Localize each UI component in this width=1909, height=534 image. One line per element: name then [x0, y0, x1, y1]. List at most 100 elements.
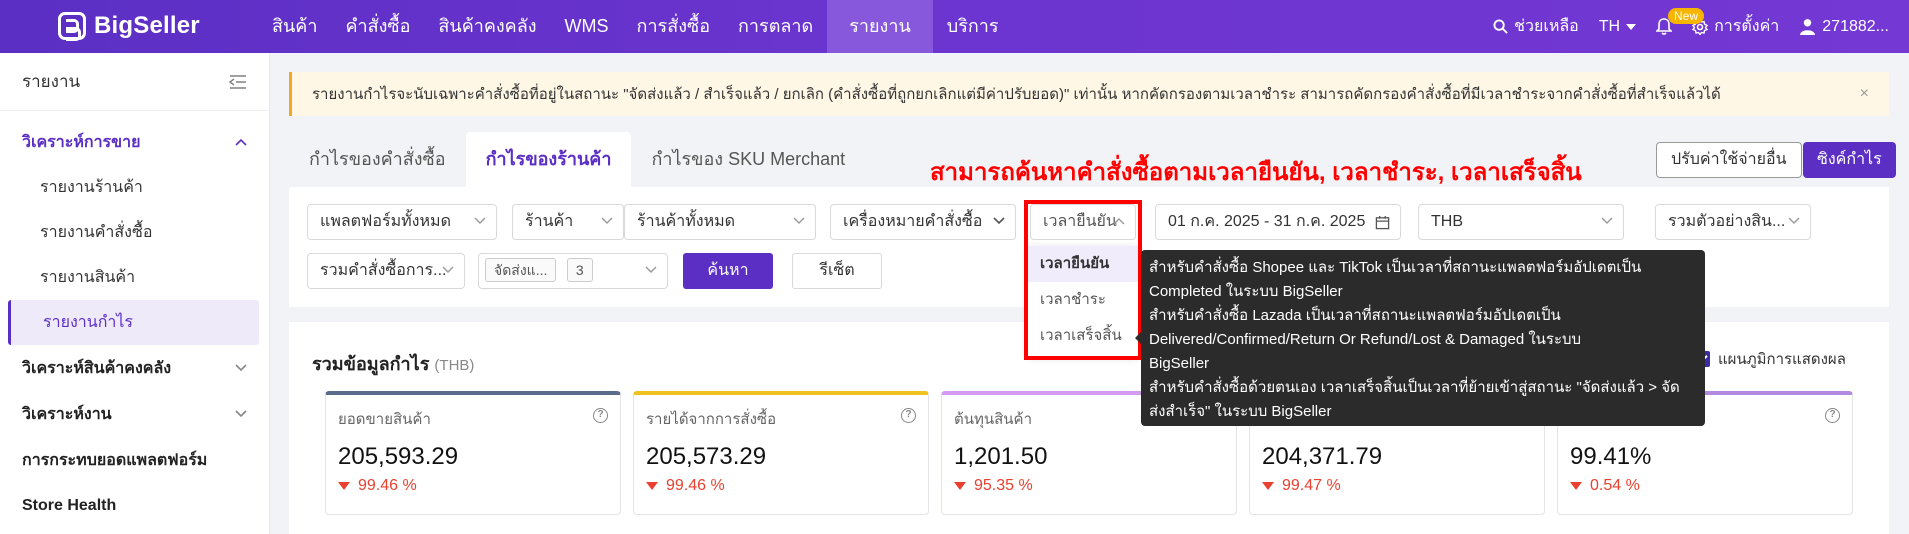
summary-unit: (THB): [434, 357, 475, 374]
collapse-sidebar-icon[interactable]: [229, 74, 247, 90]
card-label: ยอดขายสินค้า: [338, 411, 431, 428]
sidebar-group-platform-reconciliation[interactable]: การกระทบยอดแพลตฟอร์ม: [0, 437, 269, 483]
status-tag: จัดส่งแ...: [485, 258, 557, 282]
arrow-down-icon: [646, 482, 658, 490]
summary-title: รวมข้อมูลกำไร (THB): [312, 349, 474, 378]
card-value: 99.41%: [1570, 443, 1652, 470]
sidebar-item-shop-report[interactable]: รายงานร้านค้า: [0, 165, 269, 210]
close-icon[interactable]: ×: [1860, 85, 1869, 103]
sidebar-item-product-report[interactable]: รายงานสินค้า: [0, 255, 269, 300]
logo[interactable]: BigSeller: [58, 11, 200, 41]
sidebar-item-profit-report[interactable]: รายงานกำไร: [8, 300, 259, 345]
chart-display-toggle[interactable]: แผนภูมิการแสดงผล: [1694, 347, 1846, 371]
help-link[interactable]: ช่วยเหลือ: [1493, 14, 1579, 39]
date-range-value: 01 ก.ค. 2025 - 31 ก.ค. 2025: [1168, 213, 1366, 230]
caret-down-icon: [1626, 23, 1637, 30]
date-range-picker[interactable]: 01 ก.ค. 2025 - 31 ก.ค. 2025: [1155, 204, 1401, 240]
reset-button[interactable]: รีเซ็ต: [792, 253, 882, 289]
chevron-down-icon: [1788, 217, 1800, 224]
tooltip-line: สำหรับคำสั่งซื้อ Shopee และ TikTok เป็นเ…: [1149, 259, 1642, 276]
nav-item-products[interactable]: สินค้า: [258, 0, 331, 53]
card-change: 95.35 %: [954, 477, 1033, 495]
include-sample-value: รวมตัวอย่างสิน...: [1668, 213, 1786, 230]
report-tabs: กำไรของคำสั่งซื้อ กำไรของร้านค้า กำไรของ…: [289, 132, 865, 187]
nav-item-services[interactable]: บริการ: [933, 0, 1013, 53]
chart-toggle-label: แผนภูมิการแสดงผล: [1718, 351, 1846, 368]
settings-label: การตั้งค่า: [1714, 18, 1780, 35]
sidebar-group-inventory-analysis[interactable]: วิเคราะห์สินค้าคงคลัง: [0, 345, 269, 391]
order-tag-select[interactable]: เครื่องหมายคำสั่งซื้อ: [830, 204, 1016, 240]
nav-item-marketing[interactable]: การตลาด: [724, 0, 827, 53]
card-change-value: 95.35 %: [974, 477, 1033, 494]
include-orders-value: รวมคำสั่งซื้อการ...: [320, 262, 447, 279]
top-navbar: BigSeller สินค้า คำสั่งซื้อ สินค้าคงคลัง…: [0, 0, 1909, 53]
chevron-up-icon: [235, 138, 247, 146]
logo-text: BigSeller: [94, 12, 200, 39]
nav-item-purchase[interactable]: การสั่งซื้อ: [623, 0, 724, 53]
sync-profit-button[interactable]: ซิงค์กำไร: [1803, 142, 1896, 178]
shop-select-value: ร้านค้าทั้งหมด: [637, 213, 736, 230]
nav-item-reports[interactable]: รายงาน: [827, 0, 933, 53]
order-status-select[interactable]: จัดส่งแ... 3: [478, 253, 668, 289]
user-icon: [1800, 19, 1816, 35]
settings-link[interactable]: การตั้งค่า: [1692, 14, 1779, 39]
tooltip-line: ส่งสำเร็จ" ในระบบ BigSeller: [1149, 403, 1332, 420]
help-icon[interactable]: ?: [901, 408, 916, 423]
summary-card-product-sales: ยอดขายสินค้า ? 205,593.29 99.46 %: [325, 391, 621, 515]
tooltip-line: สำหรับคำสั่งซื้อ Lazada เป็นเวลาที่สถานะ…: [1149, 307, 1561, 324]
currency-select-value: THB: [1431, 213, 1463, 230]
card-change-value: 99.46 %: [358, 477, 417, 494]
arrow-down-icon: [954, 482, 966, 490]
currency-select[interactable]: THB: [1418, 204, 1624, 240]
new-badge: New: [1668, 8, 1705, 24]
annotation-highlight-box: [1024, 200, 1142, 360]
adjust-other-costs-button[interactable]: ปรับค่าใช้จ่ายอื่น: [1656, 142, 1802, 178]
tooltip-line: Completed ในระบบ BigSeller: [1149, 283, 1343, 300]
user-menu[interactable]: 271882...: [1799, 18, 1889, 36]
search-button[interactable]: ค้นหา: [683, 253, 773, 289]
help-label: ช่วยเหลือ: [1514, 18, 1579, 35]
nav-item-orders[interactable]: คำสั่งซื้อ: [331, 0, 424, 53]
arrow-down-icon: [1570, 482, 1582, 490]
tab-sku-profit[interactable]: กำไรของ SKU Merchant: [631, 132, 865, 187]
platform-select[interactable]: แพลตฟอร์มทั้งหมด: [307, 204, 497, 240]
card-value: 204,371.79: [1262, 443, 1383, 470]
card-change: 99.46 %: [646, 477, 725, 495]
summary-title-text: รวมข้อมูลกำไร: [312, 354, 430, 374]
shop-type-select[interactable]: ร้านค้า: [512, 204, 624, 240]
sidebar: รายงาน วิเคราะห์การขาย รายงานร้านค้า ราย…: [0, 53, 270, 534]
language-selector[interactable]: TH: [1599, 18, 1637, 36]
search-icon: [1493, 19, 1508, 34]
help-icon[interactable]: ?: [593, 408, 608, 423]
card-change: 0.54 %: [1570, 477, 1640, 495]
annotation-text: สามารถค้นหาคำสั่งซื้อตามเวลายืนยัน, เวลา…: [930, 159, 1582, 186]
help-icon[interactable]: ?: [1825, 408, 1840, 423]
sidebar-group-label: การกระทบยอดแพลตฟอร์ม: [22, 451, 208, 469]
chevron-down-icon: [993, 217, 1005, 225]
notice-text: รายงานกำไรจะนับเฉพาะคำสั่งซื้อที่อยู่ในส…: [312, 86, 1721, 103]
sidebar-group-sales-analysis[interactable]: วิเคราะห์การขาย: [0, 119, 269, 165]
chevron-down-icon: [235, 364, 247, 372]
nav-right: ช่วยเหลือ TH การตั้งค่า 271882...: [1493, 0, 1909, 53]
sidebar-item-order-report[interactable]: รายงานคำสั่งซื้อ: [0, 210, 269, 255]
card-change: 99.47 %: [1262, 477, 1341, 495]
nav-item-wms[interactable]: WMS: [551, 0, 623, 53]
chevron-down-icon: [442, 266, 454, 273]
include-sample-select[interactable]: รวมตัวอย่างสิน...: [1655, 204, 1811, 240]
shop-select[interactable]: ร้านค้าทั้งหมด: [624, 204, 816, 240]
order-tag-select-value: เครื่องหมายคำสั่งซื้อ: [843, 213, 983, 230]
main-nav: สินค้า คำสั่งซื้อ สินค้าคงคลัง WMS การสั…: [258, 0, 1013, 53]
tab-order-profit[interactable]: กำไรของคำสั่งซื้อ: [289, 132, 466, 187]
sidebar-group-work-analysis[interactable]: วิเคราะห์งาน: [0, 391, 269, 437]
sidebar-group-label: วิเคราะห์การขาย: [22, 133, 141, 151]
tab-shop-profit[interactable]: กำไรของร้านค้า: [465, 132, 632, 187]
sidebar-title: รายงาน: [22, 72, 81, 91]
chevron-down-icon: [474, 217, 486, 224]
nav-item-inventory[interactable]: สินค้าคงคลัง: [424, 0, 550, 53]
sidebar-group-store-health[interactable]: Store Health: [0, 483, 269, 529]
include-orders-select[interactable]: รวมคำสั่งซื้อการ...: [307, 253, 465, 289]
card-value: 205,593.29: [338, 443, 459, 470]
card-label: รายได้จากการสั่งซื้อ: [646, 411, 777, 428]
chevron-down-icon: [645, 266, 657, 273]
sidebar-group-label: วิเคราะห์งาน: [22, 405, 112, 423]
